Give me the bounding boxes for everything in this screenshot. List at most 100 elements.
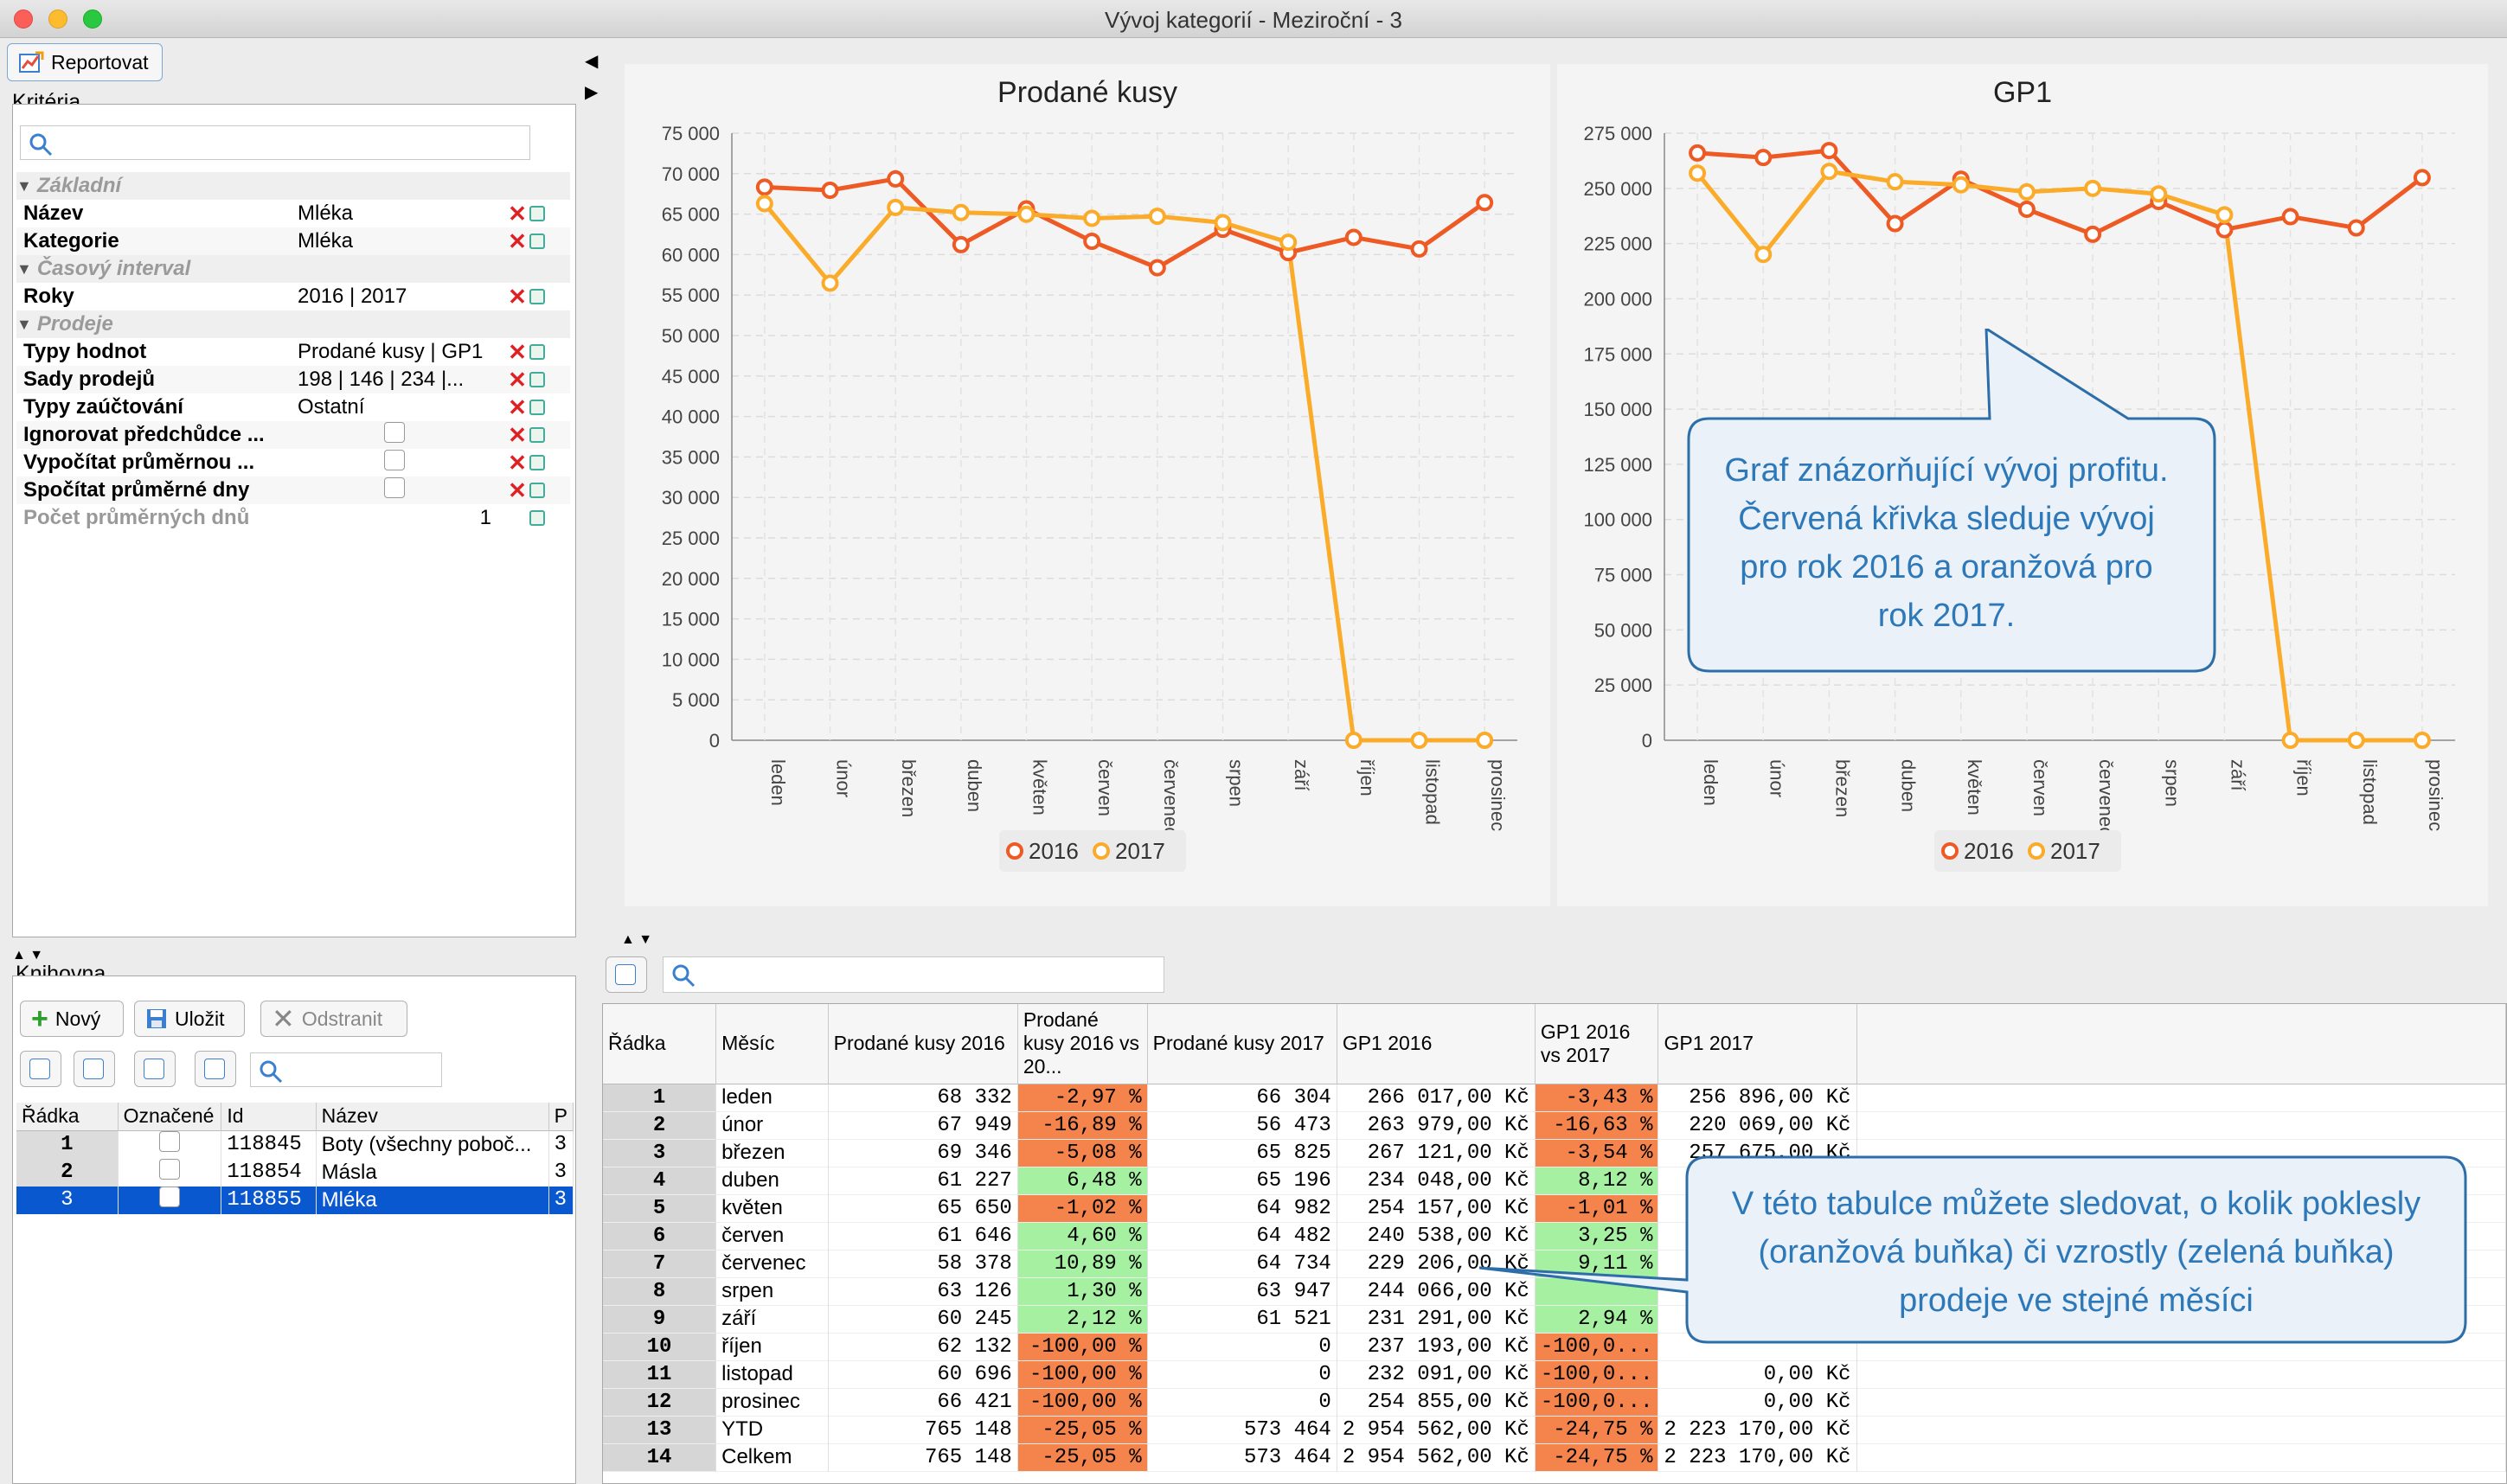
clear-icon[interactable]: ✕ (505, 284, 529, 310)
data-column-header[interactable]: GP1 2016 vs 2017 (1535, 1004, 1659, 1084)
clear-icon[interactable]: ✕ (505, 422, 529, 449)
clear-icon[interactable]: ✕ (505, 201, 529, 227)
y-tick-label: 65 000 (662, 204, 720, 226)
edit-icon[interactable] (529, 344, 545, 360)
data-point-2017 (1410, 732, 1428, 749)
data-column-header[interactable]: Měsíc (715, 1004, 829, 1084)
criteria-checkbox[interactable] (384, 477, 405, 498)
table-row[interactable]: 12 prosinec 66 421 -100,00 % 0 254 855,00 Kč -… (603, 1388, 2507, 1416)
edit-icon[interactable] (529, 372, 545, 387)
criteria-row[interactable]: Typy zaúčtování Ostatní ✕ (16, 393, 570, 421)
edit-icon[interactable] (529, 483, 545, 498)
criteria-row-value[interactable]: Mléka (298, 229, 505, 253)
criteria-row[interactable]: Ignorovat předchůdce ... ✕ (16, 421, 570, 449)
library-row-checkbox[interactable] (158, 1158, 180, 1180)
criteria-checkbox[interactable] (384, 421, 405, 443)
row-number-cell: 5 (603, 1194, 717, 1222)
edit-icon[interactable] (529, 206, 545, 221)
edit-icon[interactable] (529, 510, 545, 526)
help-icon-button[interactable] (134, 1051, 176, 1087)
edit-icon[interactable] (529, 455, 545, 470)
new-button[interactable]: + Nový (20, 1001, 124, 1037)
remove-button[interactable]: ✕ Odstranit (260, 1001, 407, 1037)
filler-cell (1856, 1443, 2507, 1471)
units-2016-cell: 61 227 (828, 1167, 1018, 1194)
clear-icon[interactable]: ✕ (505, 477, 529, 504)
data-column-header[interactable]: GP1 2016 (1337, 1004, 1536, 1084)
clipboard-icon-button[interactable] (195, 1051, 236, 1087)
checkbox-icon (29, 1059, 50, 1079)
criteria-row-value[interactable]: Ostatní (298, 395, 505, 419)
criteria-row-value[interactable]: Prodané kusy | GP1 (298, 340, 505, 364)
units-change-cell: -25,05 % (1017, 1443, 1148, 1471)
criteria-row[interactable]: Vypočítat průměrnou ... ✕ (16, 449, 570, 477)
criteria-row-value[interactable]: 1 (298, 506, 505, 530)
criteria-row[interactable]: Spočítat průměrné dny ✕ (16, 477, 570, 504)
library-row-checkbox[interactable] (158, 1186, 180, 1207)
clear-icon[interactable]: ✕ (505, 367, 529, 393)
criteria-row[interactable]: Sady prodejů 198 | 146 | 234 |... ✕ (16, 366, 570, 393)
library-column-header[interactable]: Označené (118, 1103, 222, 1130)
y-tick-label: 40 000 (662, 406, 720, 428)
copy-icon-button[interactable] (74, 1051, 115, 1087)
edit-icon[interactable] (529, 289, 545, 304)
data-column-header[interactable]: Prodané kusy 2017 (1147, 1004, 1337, 1084)
export-icon-button[interactable] (606, 956, 647, 993)
criteria-row-name: Spočítat průměrné dny (23, 478, 250, 502)
criteria-row[interactable]: Název Mléka ✕ (16, 200, 570, 227)
table-row[interactable]: 2 únor 67 949 -16,89 % 56 473 263 979,00 Kč -1… (603, 1111, 2507, 1139)
criteria-row[interactable]: Typy hodnot Prodané kusy | GP1 ✕ (16, 338, 570, 366)
criteria-row[interactable]: Kategorie Mléka ✕ (16, 227, 570, 255)
y-tick-label: 25 000 (1594, 675, 1652, 696)
criteria-row-value[interactable]: 2016 | 2017 (298, 285, 505, 309)
edit-icon[interactable] (529, 233, 545, 249)
edit-icon[interactable] (529, 427, 545, 443)
criteria-row[interactable]: Počet průměrných dnů 1 (16, 504, 570, 532)
library-column-header[interactable]: P (548, 1103, 574, 1130)
library-column-header[interactable]: Řádka (16, 1103, 119, 1130)
save-button[interactable]: Uložit (134, 1001, 245, 1037)
clear-icon[interactable]: ✕ (505, 339, 529, 366)
library-column-header[interactable]: Název (316, 1103, 549, 1130)
clear-icon[interactable]: ✕ (505, 450, 529, 477)
table-row[interactable]: 11 listopad 60 696 -100,00 % 0 232 091,00 Kč -… (603, 1360, 2507, 1388)
library-row[interactable]: 1 118845 Boty (všechny poboč... 3 (16, 1130, 574, 1159)
table-row[interactable]: 13 YTD 765 148 -25,05 % 573 464 2 954 562,00 … (603, 1416, 2507, 1443)
library-row[interactable]: 3 118855 Mléka 3 (16, 1186, 574, 1214)
clear-icon[interactable]: ✕ (505, 228, 529, 255)
criteria-section-header[interactable]: ▼ Prodeje (16, 310, 570, 338)
data-point-2017 (1754, 246, 1773, 264)
table-row[interactable]: 1 leden 68 332 -2,97 % 66 304 266 017,00 Kč -3… (603, 1084, 2507, 1111)
edit-icon[interactable] (529, 400, 545, 415)
criteria-row[interactable]: Roky 2016 | 2017 ✕ (16, 283, 570, 310)
split-arrows-right[interactable]: ▲ ▼ (621, 932, 652, 948)
data-column-header[interactable]: Prodané kusy 2016 (828, 1004, 1018, 1084)
criteria-section-header[interactable]: ▼ Časový interval (16, 255, 570, 283)
expand-right-arrow[interactable]: ▶ (585, 81, 598, 103)
data-column-header[interactable]: GP1 2017 (1657, 1004, 1857, 1084)
clear-icon[interactable]: ✕ (505, 394, 529, 421)
report-button[interactable]: Reportovat (7, 43, 163, 81)
table-row[interactable]: 14 Celkem 765 148 -25,05 % 573 464 2 954 562,… (603, 1443, 2507, 1471)
library-search-input[interactable] (250, 1052, 442, 1087)
table-search-input[interactable] (663, 956, 1164, 993)
select-all-icon-button[interactable] (20, 1051, 61, 1087)
library-panel: + Nový Uložit ✕ Odstranit Řádka Označené I… (12, 975, 576, 1484)
library-column-header[interactable]: Id (221, 1103, 317, 1130)
criteria-row-value[interactable]: 198 | 146 | 234 |... (298, 368, 505, 392)
library-row-name: Mléka (316, 1186, 549, 1214)
criteria-checkbox[interactable] (384, 449, 405, 470)
data-column-header[interactable]: Řádka (603, 1004, 717, 1084)
y-tick-label: 0 (709, 730, 720, 752)
library-row[interactable]: 2 118854 Másla 3 (16, 1158, 574, 1187)
units-2016-cell: 67 949 (828, 1111, 1018, 1139)
data-column-header[interactable]: Prodané kusy 2016 vs 20... (1017, 1004, 1148, 1084)
criteria-search-input[interactable] (20, 125, 530, 160)
library-row-checkbox[interactable] (158, 1130, 180, 1152)
units-2016-cell: 65 650 (828, 1194, 1018, 1222)
criteria-row-value[interactable]: Mléka (298, 201, 505, 226)
criteria-section-header[interactable]: ▼ Základní (16, 172, 570, 200)
data-point-2016 (2347, 219, 2365, 237)
collapse-left-arrow[interactable]: ◀ (585, 50, 598, 72)
library-row-id: 118854 (221, 1158, 317, 1187)
